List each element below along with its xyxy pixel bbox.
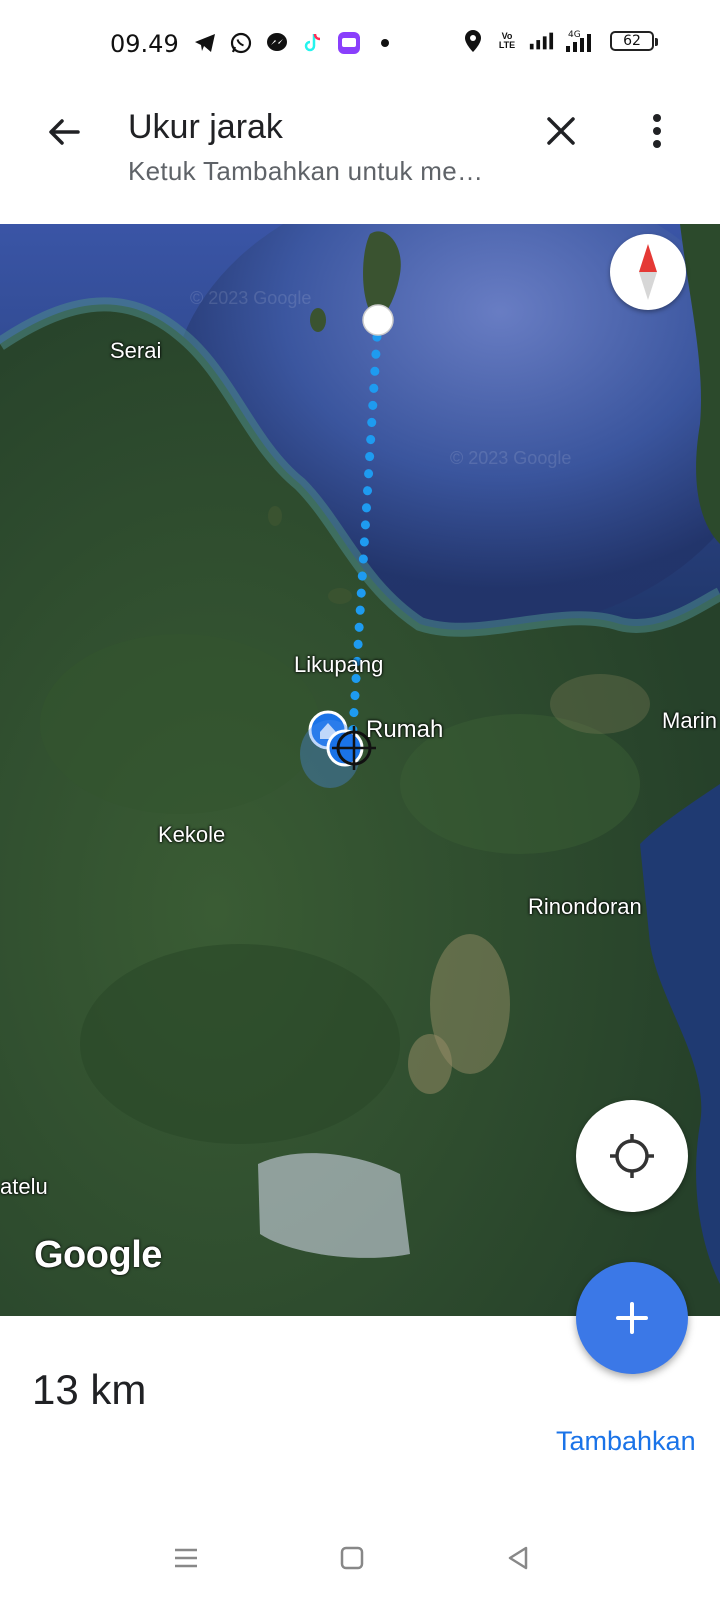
page-subtitle: Ketuk Tambahkan untuk me… [128, 156, 484, 186]
plus-icon [616, 1302, 648, 1334]
whatsapp-icon [228, 30, 254, 56]
arrow-left-icon [49, 119, 80, 145]
more-notifications-dot [372, 30, 398, 56]
compass-button[interactable] [610, 234, 686, 310]
label-serai[interactable]: Serai [110, 338, 161, 364]
add-point-link[interactable]: Tambahkan [556, 1426, 696, 1457]
label-rinondoran[interactable]: Rinondoran [528, 894, 642, 920]
menu-icon [175, 1548, 197, 1568]
label-marin[interactable]: Marin [662, 708, 717, 734]
page-title: Ukur jarak [128, 108, 283, 146]
label-kekole[interactable]: Kekole [158, 822, 225, 848]
square-icon [340, 1546, 364, 1570]
signal-4g-icon: 4G [564, 28, 600, 54]
more-options-button[interactable] [632, 106, 682, 156]
recent-apps-button[interactable] [164, 1536, 208, 1580]
notification-icons [192, 30, 398, 56]
more-vert-icon [653, 114, 661, 148]
add-point-button[interactable] [576, 1262, 688, 1374]
home-button[interactable] [330, 1536, 374, 1580]
svg-text:4G: 4G [568, 30, 581, 40]
label-rumah[interactable]: Rumah [366, 716, 443, 744]
satellite-map[interactable]: © 2023 Google © 2023 Google Serai Likupa… [0, 224, 720, 1316]
battery-indicator: 62 [610, 31, 658, 51]
compass-icon [639, 244, 657, 300]
location-icon [460, 28, 486, 54]
measure-start-point[interactable] [362, 304, 394, 336]
my-location-icon [610, 1134, 654, 1178]
back-button[interactable] [40, 108, 88, 156]
triangle-back-icon [508, 1546, 528, 1570]
status-time: 09.49 [110, 30, 179, 58]
tiktok-icon [300, 30, 326, 56]
app-notification-icon [336, 30, 362, 56]
screen: { "status_bar": { "time": "09.49", "batt… [0, 0, 720, 1600]
distance-value: 13 km [32, 1366, 147, 1413]
back-nav-button[interactable] [496, 1536, 540, 1580]
svg-text:© 2023 Google: © 2023 Google [190, 288, 311, 308]
system-navigation-bar [0, 1516, 720, 1600]
label-likupang[interactable]: Likupang [294, 652, 383, 678]
label-atelu[interactable]: atelu [0, 1174, 48, 1200]
signal-icon [528, 28, 554, 54]
svg-text:© 2023 Google: © 2023 Google [450, 448, 571, 468]
close-icon [547, 117, 575, 145]
system-icons: Vo LTE 4G 62 [460, 28, 658, 54]
google-logo: Google [34, 1234, 162, 1276]
close-button[interactable] [536, 106, 586, 156]
volte-indicator: Vo LTE [498, 31, 516, 50]
app-bar: Ukur jarak Ketuk Tambahkan untuk me… [0, 90, 720, 224]
status-bar: 09.49 Vo LTE 4G 62 [0, 0, 720, 90]
telegram-icon [192, 30, 218, 56]
messenger-icon [264, 30, 290, 56]
my-location-button[interactable] [576, 1100, 688, 1212]
